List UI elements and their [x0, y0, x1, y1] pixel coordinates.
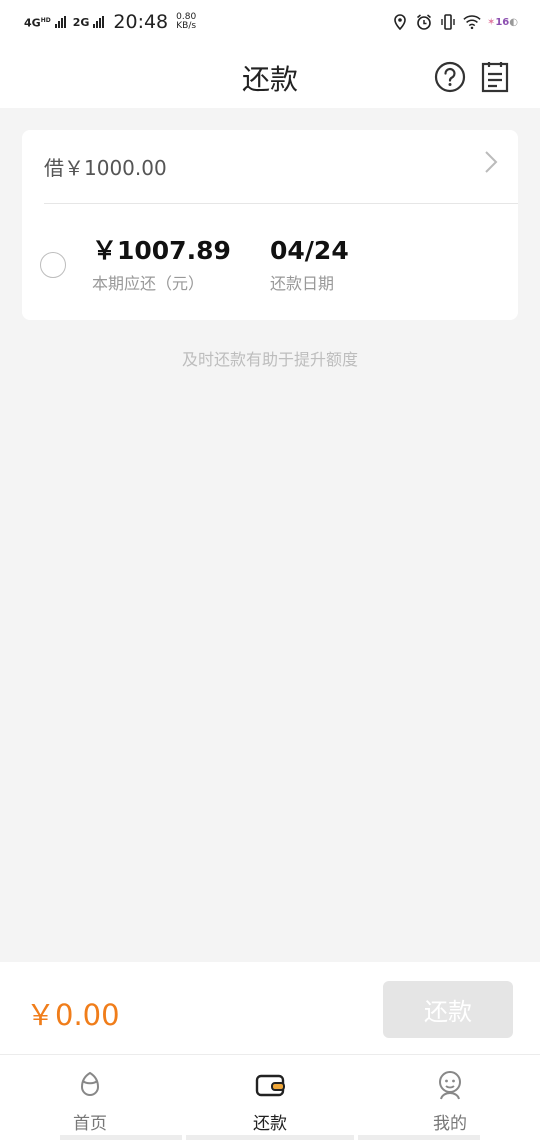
signal-icon	[54, 16, 67, 28]
network-type-2: 2G	[72, 15, 90, 29]
installment-amount-label: 本期应还（元）	[92, 274, 205, 293]
tab-indicator	[358, 1135, 480, 1140]
chevron-right-icon	[485, 151, 498, 173]
tab-home[interactable]: 首页	[30, 1055, 150, 1140]
due-date-label: 还款日期	[270, 274, 335, 293]
tab-profile[interactable]: 我的	[390, 1055, 510, 1140]
home-leaf-icon	[80, 1071, 100, 1096]
tab-indicator	[186, 1135, 354, 1140]
vibrate-icon	[441, 14, 455, 30]
borrow-detail-row[interactable]: 借￥1000.00	[22, 130, 518, 203]
status-right: ✶16◐	[391, 10, 518, 34]
tab-label: 首页	[73, 1114, 107, 1134]
repay-button[interactable]: 还款	[383, 981, 513, 1038]
due-date-block: 04/24 还款日期	[270, 236, 349, 294]
repayment-tip: 及时还款有助于提升额度	[181, 350, 358, 369]
total-amount: ￥0.00	[26, 998, 120, 1032]
document-list-icon[interactable]	[481, 61, 509, 93]
profile-face-icon	[439, 1071, 461, 1100]
tab-label: 我的	[433, 1114, 467, 1134]
tab-bar: 首页 还款 我的	[0, 1055, 540, 1140]
network-type-1: 4GHD	[24, 16, 51, 30]
wallet-icon	[255, 1074, 285, 1097]
borrow-amount: 借￥1000.00	[44, 156, 167, 180]
divider	[44, 203, 518, 204]
page-header: 还款	[0, 44, 540, 108]
clock-time: 20:48	[113, 11, 169, 33]
alarm-icon	[416, 14, 431, 30]
tab-label: 还款	[253, 1114, 287, 1134]
network-speed: 0.80 KB/s	[176, 12, 197, 31]
loan-card: 借￥1000.00 ￥1007.89 本期应还（元） 04/24 还款日期	[22, 130, 518, 320]
due-date: 04/24	[270, 236, 349, 265]
location-icon	[394, 14, 406, 31]
tab-repayment[interactable]: 还款	[210, 1055, 330, 1140]
pay-bar: ￥0.00 还款	[0, 962, 540, 1055]
signal-icon	[93, 16, 105, 28]
installment-select-radio[interactable]	[40, 252, 66, 278]
installment-amount: ￥1007.89	[92, 236, 231, 265]
installment-amount-block: ￥1007.89 本期应还（元）	[92, 236, 231, 294]
status-left: 4GHD 2G 20:48 0.80 KB/s	[24, 10, 196, 34]
tab-indicator	[60, 1135, 182, 1140]
wifi-icon	[463, 15, 481, 30]
question-circle-icon[interactable]	[434, 61, 466, 93]
battery-level: ✶16◐	[486, 16, 518, 28]
status-bar: 4GHD 2G 20:48 0.80 KB/s ✶16◐	[0, 0, 540, 44]
